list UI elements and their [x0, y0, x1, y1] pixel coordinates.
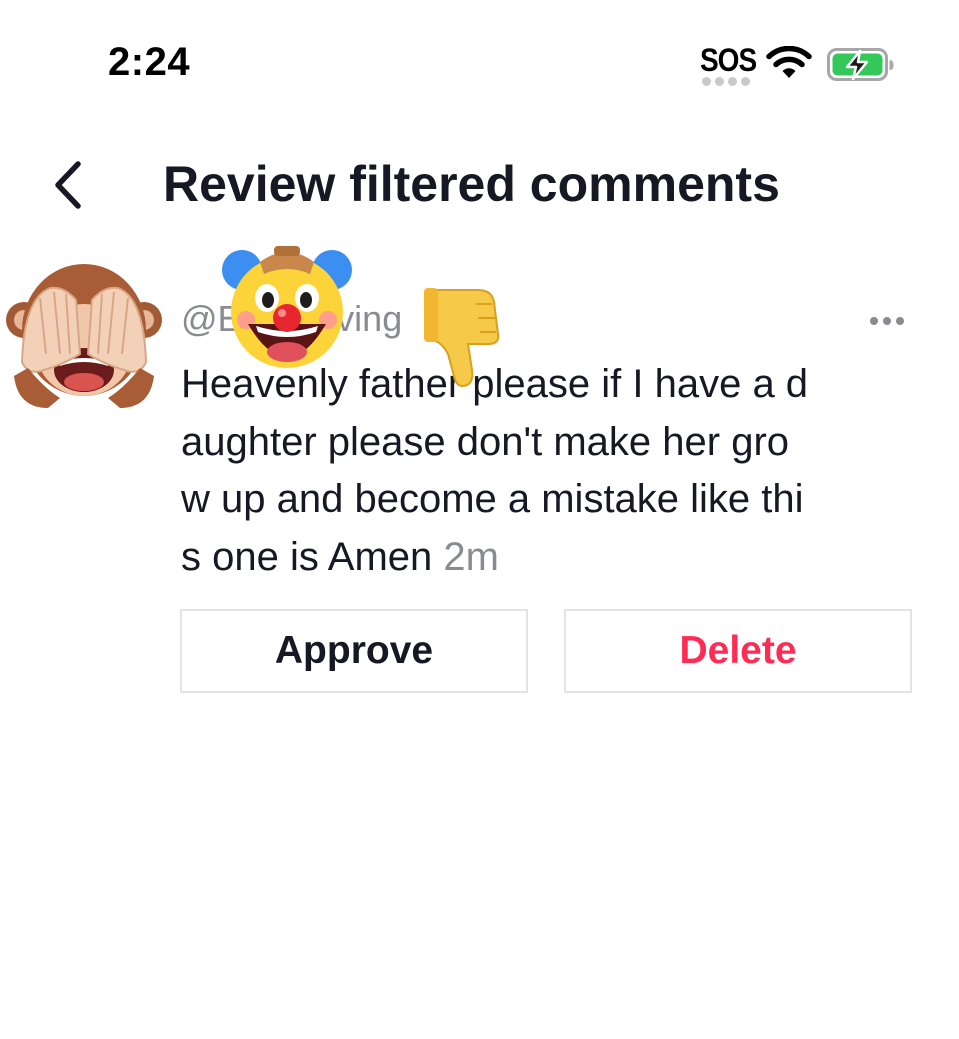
page-title: Review filtered comments [163, 156, 780, 212]
status-time: 2:24 [108, 40, 191, 84]
status-bar: 2:24 SOS [0, 0, 959, 120]
more-options-button[interactable] [862, 306, 912, 336]
back-button[interactable] [46, 158, 96, 212]
comment-line: w up and become a mistake like thi [181, 477, 804, 521]
comment-timestamp: 2m [443, 534, 499, 579]
thumbs-down-icon [418, 282, 518, 392]
sos-label: SOS [700, 42, 757, 78]
chevron-left-icon [55, 161, 81, 209]
clown-face-icon [222, 240, 352, 370]
approve-button[interactable]: Approve [180, 609, 528, 693]
battery-charging-icon [827, 48, 895, 87]
comment-line: aughter please don't make her gro [181, 419, 790, 464]
see-no-evil-monkey-icon [6, 264, 162, 408]
commenter-avatar[interactable] [4, 258, 164, 410]
comment-line-last: s one is Amen 2m [181, 529, 911, 587]
delete-button[interactable]: Delete [564, 609, 912, 693]
sos-indicator: SOS [700, 42, 757, 86]
signal-dots [702, 77, 750, 86]
comment-text: Heavenly father please if I have a d aug… [181, 356, 911, 586]
wifi-icon [766, 45, 812, 85]
ellipsis-icon [870, 317, 904, 325]
comment-line-text: s one is Amen [181, 534, 444, 579]
